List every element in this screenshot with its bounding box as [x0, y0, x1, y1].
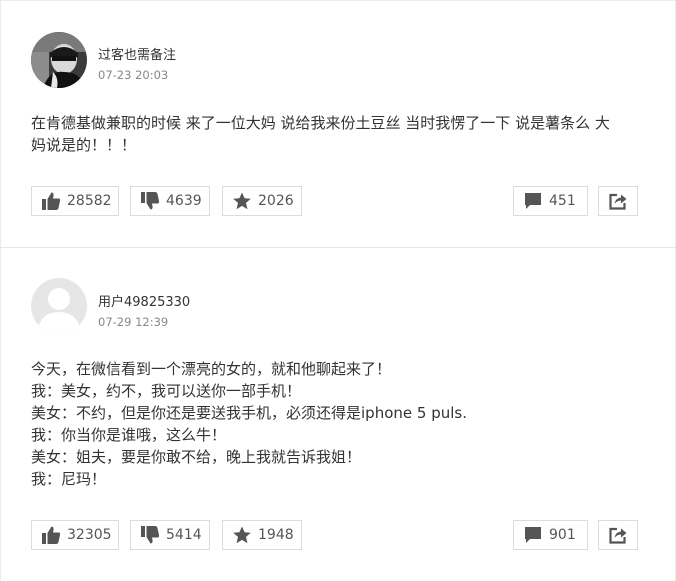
post-content: 在肯德基做兼职的时候 来了一位大妈 说给我来份土豆丝 当时我愣了一下 说是薯条么…	[31, 112, 651, 156]
favorite-count: 1948	[258, 527, 294, 543]
thumbs-up-icon	[41, 191, 61, 211]
content-line: 美女：不约，但是你还是要送我手机，必须还得是iphone 5 puls.	[31, 404, 467, 422]
thumbs-up-icon	[41, 525, 61, 545]
star-icon	[232, 525, 252, 545]
post-content: 今天，在微信看到一个漂亮的女的，就和他聊起来了！ 我：美女，约不，我可以送你一部…	[31, 358, 651, 490]
share-button[interactable]	[598, 520, 638, 550]
dislike-count: 4639	[166, 193, 202, 209]
thumbs-down-icon	[140, 191, 160, 211]
like-count: 28582	[67, 193, 112, 209]
avatar[interactable]	[31, 32, 87, 88]
thumbs-down-icon	[140, 525, 160, 545]
comment-count: 451	[549, 193, 576, 209]
comment-bubble-icon	[523, 191, 543, 211]
share-icon	[608, 525, 628, 545]
content-line: 我：美女，约不，我可以送你一部手机！	[31, 382, 302, 400]
like-button[interactable]: 32305	[31, 520, 119, 550]
favorite-button[interactable]: 1948	[222, 520, 302, 550]
share-button[interactable]	[598, 186, 638, 216]
content-line: 我：你当你是谁哦，这么牛！	[31, 426, 227, 444]
favorite-count: 2026	[258, 193, 294, 209]
star-icon	[232, 191, 252, 211]
avatar[interactable]	[31, 278, 87, 334]
content-line: 美女：姐夫，要是你敢不给，晚上我就告诉我姐！	[31, 448, 362, 466]
comment-count: 901	[549, 527, 576, 543]
content-line: 今天，在微信看到一个漂亮的女的，就和他聊起来了！	[31, 360, 392, 378]
post-card: 用户49825330 07-29 12:39 今天，在微信看到一个漂亮的女的，就…	[0, 248, 676, 581]
content-line: 在肯德基做兼职的时候 来了一位大妈 说给我来份土豆丝 当时我愣了一下 说是薯条么…	[31, 114, 610, 132]
content-line: 我：尼玛！	[31, 470, 107, 488]
like-count: 32305	[67, 527, 112, 543]
dislike-button[interactable]: 5414	[130, 520, 210, 550]
post-card: 过客也需备注 07-23 20:03 在肯德基做兼职的时候 来了一位大妈 说给我…	[0, 0, 676, 248]
like-button[interactable]: 28582	[31, 186, 119, 216]
content-line: 妈说是的！！！	[31, 136, 137, 154]
dislike-count: 5414	[166, 527, 202, 543]
post-timestamp: 07-29 12:39	[98, 315, 169, 329]
favorite-button[interactable]: 2026	[222, 186, 302, 216]
dislike-button[interactable]: 4639	[130, 186, 210, 216]
share-icon	[608, 191, 628, 211]
comment-bubble-icon	[523, 525, 543, 545]
post-timestamp: 07-23 20:03	[98, 68, 169, 82]
comment-button[interactable]: 901	[513, 520, 588, 550]
username[interactable]: 用户49825330	[98, 291, 190, 310]
username[interactable]: 过客也需备注	[98, 44, 176, 63]
comment-button[interactable]: 451	[513, 186, 588, 216]
